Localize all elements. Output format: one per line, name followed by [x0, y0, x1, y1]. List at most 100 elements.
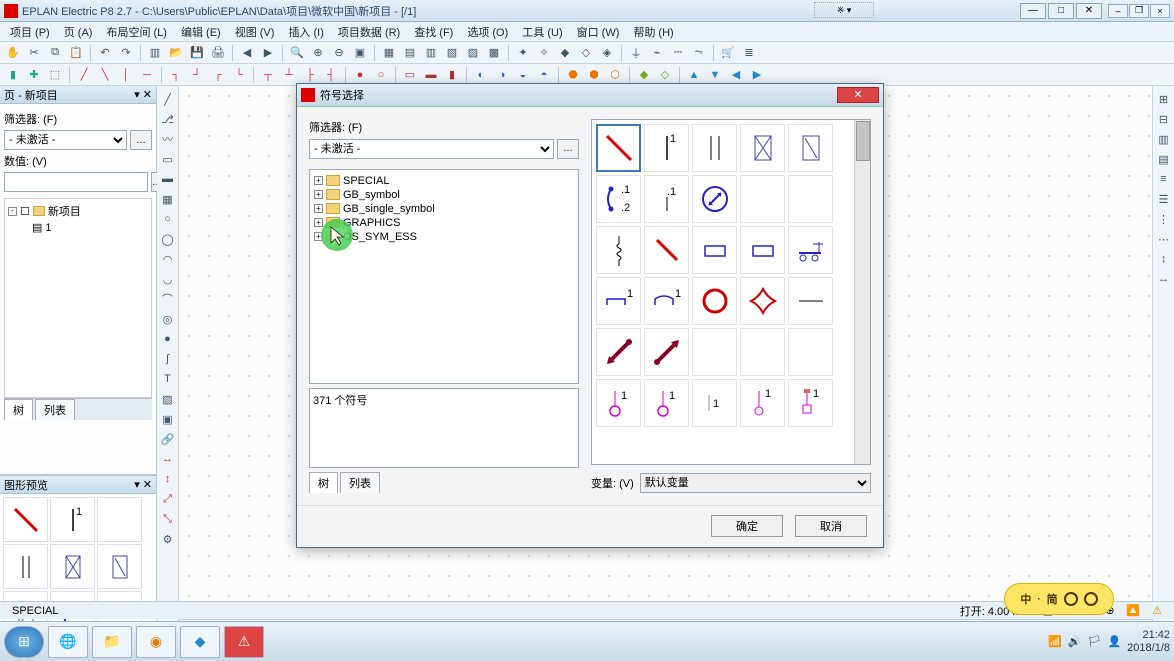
- mdi-restore[interactable]: ❐: [1129, 4, 1149, 18]
- rtool8-icon[interactable]: ⋯: [1155, 230, 1173, 248]
- conn5-icon[interactable]: ┬: [259, 66, 277, 84]
- grid5-icon[interactable]: ▨: [464, 44, 482, 62]
- symbol-cell[interactable]: [692, 226, 737, 274]
- save-icon[interactable]: 💾: [188, 44, 206, 62]
- symbol-cell[interactable]: [788, 328, 833, 376]
- symbol-cell[interactable]: 1: [644, 277, 689, 325]
- dim1-icon[interactable]: ↔: [159, 450, 177, 468]
- rtool7-icon[interactable]: ⋮: [1155, 210, 1173, 228]
- dialog-filter-more[interactable]: …: [557, 139, 579, 159]
- elec2-icon[interactable]: ⌁: [648, 44, 666, 62]
- q2-icon[interactable]: ▼: [706, 66, 724, 84]
- tree-item-graphics[interactable]: GRAPHICS: [343, 217, 400, 229]
- menu-projectdata[interactable]: 项目数据 (R): [332, 22, 406, 42]
- status-a-icon[interactable]: 🔼: [1126, 604, 1140, 617]
- symbol-cell[interactable]: [596, 328, 641, 376]
- rect-icon[interactable]: ▭: [159, 150, 177, 168]
- menu-help[interactable]: 帮助 (H): [627, 22, 679, 42]
- c2-icon[interactable]: ◑: [493, 66, 511, 84]
- polyline-icon[interactable]: ⎇: [159, 110, 177, 128]
- symbol-cell[interactable]: [692, 328, 737, 376]
- wire4-icon[interactable]: ─: [138, 66, 156, 84]
- elec1-icon[interactable]: ⏚: [627, 44, 645, 62]
- dot2-icon[interactable]: ○: [372, 66, 390, 84]
- rtool6-icon[interactable]: ☰: [1155, 190, 1173, 208]
- symbol-cell[interactable]: [644, 328, 689, 376]
- tray-user-icon[interactable]: 👤: [1107, 635, 1121, 648]
- symbol-cell[interactable]: [788, 175, 833, 223]
- task-explorer[interactable]: 📁: [92, 626, 132, 658]
- fwd-icon[interactable]: ▶: [259, 44, 277, 62]
- sym1-icon[interactable]: ▮: [4, 66, 22, 84]
- zoom-window-icon[interactable]: 🔍: [288, 44, 306, 62]
- sym2-icon[interactable]: ✚: [25, 66, 43, 84]
- tray-vol-icon[interactable]: 🔊: [1068, 635, 1082, 648]
- zoom-in-icon[interactable]: ⊕: [309, 44, 327, 62]
- symbol-cell[interactable]: [692, 277, 737, 325]
- symbol-cell[interactable]: [740, 175, 785, 223]
- rtool5-icon[interactable]: ≡: [1155, 170, 1173, 188]
- menu-view[interactable]: 视图 (V): [229, 22, 281, 42]
- q3-icon[interactable]: ◀: [727, 66, 745, 84]
- symbol-cell[interactable]: [788, 226, 833, 274]
- back-icon[interactable]: ◀: [238, 44, 256, 62]
- grid4-icon[interactable]: ▧: [443, 44, 461, 62]
- symbol-cell[interactable]: [596, 226, 641, 274]
- tree-child-label[interactable]: 1: [45, 222, 51, 234]
- preview-cell[interactable]: [3, 497, 48, 542]
- maximize-button[interactable]: □: [1048, 3, 1074, 19]
- expand-icon[interactable]: +: [314, 190, 323, 199]
- rtool3-icon[interactable]: ▥: [1155, 130, 1173, 148]
- symbol-cell[interactable]: [692, 124, 737, 172]
- menu-tools[interactable]: 工具 (U): [516, 22, 568, 42]
- q4-icon[interactable]: ▶: [748, 66, 766, 84]
- expand-icon[interactable]: -: [8, 207, 17, 216]
- curve-icon[interactable]: 〰: [159, 130, 177, 148]
- symbol-cell[interactable]: .1: [644, 175, 689, 223]
- gear-icon[interactable]: ⚙: [159, 530, 177, 548]
- rtool2-icon[interactable]: ⊟: [1155, 110, 1173, 128]
- symbol-cell[interactable]: 1: [788, 379, 833, 427]
- arc2-icon[interactable]: ◡: [159, 270, 177, 288]
- cancel-button[interactable]: 取消: [795, 515, 867, 537]
- menu-edit[interactable]: 编辑 (E): [175, 22, 227, 42]
- ime-widget[interactable]: 中 · 简: [1004, 583, 1114, 615]
- preview-close-icon[interactable]: ▾ ✕: [134, 478, 152, 491]
- rect2-icon[interactable]: ▬: [159, 170, 177, 188]
- new-icon[interactable]: ▥: [146, 44, 164, 62]
- copy-icon[interactable]: ⧉: [46, 44, 64, 62]
- dim3-icon[interactable]: ⤢: [159, 490, 177, 508]
- symbol-cell[interactable]: [692, 175, 737, 223]
- conn3-icon[interactable]: ┌: [209, 66, 227, 84]
- dialog-filter-select[interactable]: - 未激活 -: [309, 139, 554, 159]
- p2-icon[interactable]: ◇: [656, 66, 674, 84]
- c1-icon[interactable]: ◐: [472, 66, 490, 84]
- ring-icon[interactable]: ●: [159, 330, 177, 348]
- symbol-cell[interactable]: [596, 124, 641, 172]
- ok-button[interactable]: 确定: [711, 515, 783, 537]
- filter-select[interactable]: - 未激活 -: [4, 130, 127, 150]
- tree-item-special[interactable]: SPECIAL: [343, 175, 389, 187]
- preview-cell[interactable]: [3, 544, 48, 589]
- circle-icon[interactable]: ◯: [159, 230, 177, 248]
- dim4-icon[interactable]: ⤡: [159, 510, 177, 528]
- conn7-icon[interactable]: ├: [301, 66, 319, 84]
- ellipse-icon[interactable]: ○: [159, 210, 177, 228]
- tree-item-gbsingle[interactable]: GB_single_symbol: [343, 203, 435, 215]
- preview-cell[interactable]: [50, 544, 95, 589]
- symbol-cell[interactable]: [740, 277, 785, 325]
- grid-icon[interactable]: ▦: [380, 44, 398, 62]
- extra-indicator[interactable]: ※ ▾: [814, 2, 874, 18]
- elec3-icon[interactable]: ⎓: [669, 44, 687, 62]
- text-icon[interactable]: T: [159, 370, 177, 388]
- grid2-icon[interactable]: ▤: [401, 44, 419, 62]
- symbol-cell[interactable]: 1: [596, 277, 641, 325]
- grab-icon[interactable]: ✋: [4, 44, 22, 62]
- task-app2[interactable]: ◆: [180, 626, 220, 658]
- expand-icon[interactable]: +: [314, 204, 323, 213]
- conn6-icon[interactable]: ┴: [280, 66, 298, 84]
- menu-layout[interactable]: 布局空间 (L): [100, 22, 173, 42]
- tree-item-gbsymbol[interactable]: GB_symbol: [343, 189, 400, 201]
- misc4-icon[interactable]: ◇: [577, 44, 595, 62]
- zoom-fit-icon[interactable]: ▣: [351, 44, 369, 62]
